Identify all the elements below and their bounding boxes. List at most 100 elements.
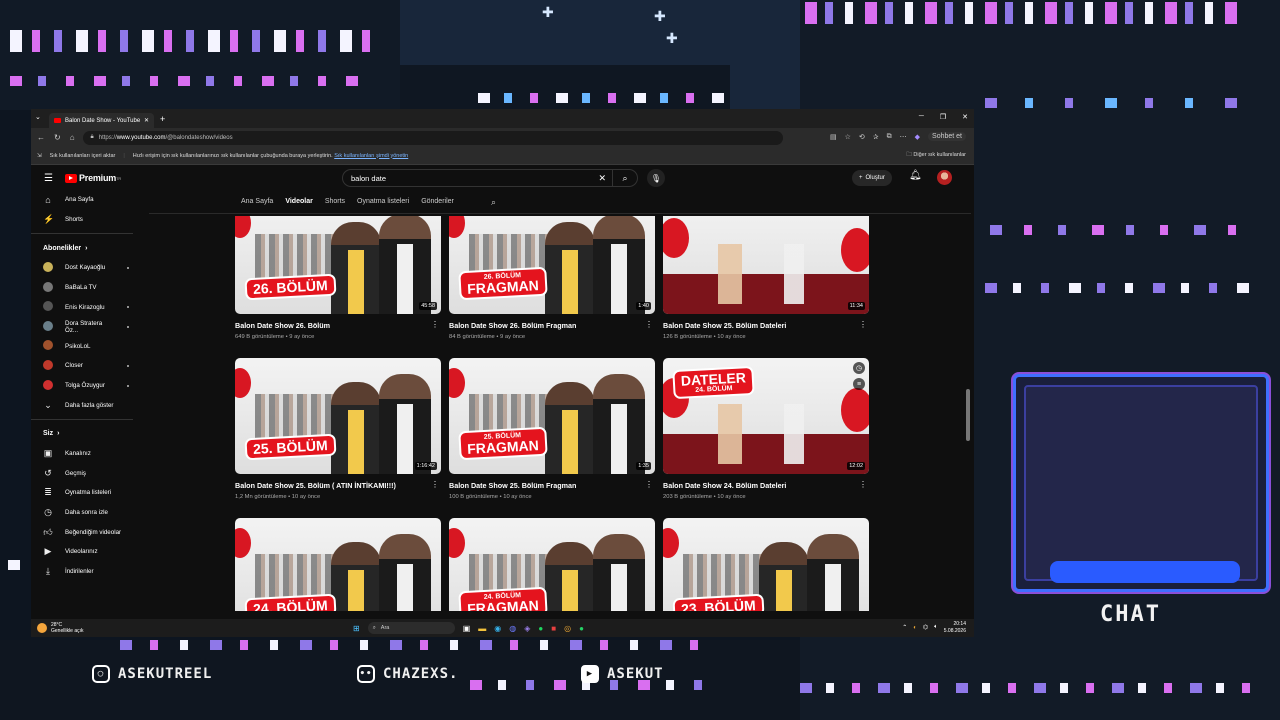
video-thumbnail[interactable]: DATELER 24. BÖLÜM 12:02 ◷ ≡: [663, 358, 869, 474]
sidebar-item[interactable]: ≣ Oynatma listeleri: [31, 483, 143, 503]
video-thumbnail[interactable]: 24. BÖLÜMFRAGMAN1:24: [449, 518, 655, 611]
sidebar-item[interactable]: ⌄ Daha fazla göster: [31, 395, 143, 415]
video-card[interactable]: DATELER 24. BÖLÜM 12:02 ◷ ≡ Balon Date Show 2…: [663, 358, 869, 500]
file-explorer-icon[interactable]: ▬: [478, 624, 486, 633]
minimize-icon[interactable]: ─: [919, 113, 924, 121]
tab-list-icon[interactable]: ⌄: [35, 113, 41, 121]
task-view-icon[interactable]: ▣: [463, 624, 471, 633]
video-thumbnail[interactable]: 26. BÖLÜM FRAGMAN 1:40: [449, 216, 655, 314]
add-to-queue-icon[interactable]: ≡: [853, 378, 865, 390]
sidebar-item[interactable]: Enis Kirazoglu: [31, 297, 143, 317]
chrome-icon[interactable]: ◎: [564, 624, 571, 633]
search-button[interactable]: ⌕: [612, 169, 637, 187]
restore-icon[interactable]: ❐: [940, 113, 946, 121]
clear-search-icon[interactable]: ✕: [598, 173, 606, 184]
manage-favorites-link[interactable]: Sık kullanılanları şimdi yönetin: [334, 153, 408, 159]
sidebar-item[interactable]: ⤓ İndirilenler: [31, 562, 143, 582]
tray-chevron-icon[interactable]: ⌃: [902, 624, 907, 631]
video-title[interactable]: Balon Date Show 25. Bölüm Dateleri: [663, 321, 869, 330]
sidebar-item[interactable]: ↺ Geçmiş: [31, 464, 143, 484]
tray-app-icon[interactable]: ◐: [913, 625, 917, 631]
spotify-icon[interactable]: ●: [538, 624, 543, 633]
you-header[interactable]: Siz ›: [31, 424, 143, 444]
video-title[interactable]: Balon Date Show 25. Bölüm ( ATIN İNTİKAM…: [235, 481, 441, 490]
sidebar-item[interactable]: ◷ Daha sonra izle: [31, 503, 143, 523]
video-thumbnail[interactable]: 23. BÖLÜM50:01: [663, 518, 869, 611]
sidebar-item[interactable]: Dost Kayaoğlu: [31, 258, 143, 278]
video-title[interactable]: Balon Date Show 26. Bölüm Fragman: [449, 321, 655, 330]
copilot-chat-button[interactable]: Sohbet et: [928, 132, 966, 141]
taskbar-search[interactable]: ⌕ Ara: [367, 622, 455, 634]
import-favorites-link[interactable]: Sık kullanılanları içeri aktar: [50, 153, 116, 159]
scrollbar[interactable]: [966, 389, 970, 441]
more-actions-icon[interactable]: ⋮: [859, 480, 867, 489]
sidebar-item[interactable]: 👍︎ Beğendiğim videolar: [31, 522, 143, 542]
watch-later-icon[interactable]: ◷: [853, 362, 865, 374]
youtube-logo[interactable]: Premium TR: [64, 173, 121, 183]
favorite-star-icon[interactable]: ☆: [845, 133, 851, 141]
back-icon[interactable]: ←: [37, 133, 45, 142]
search-input[interactable]: balon date: [351, 174, 386, 183]
sidebar-item[interactable]: ▣ Kanalınız: [31, 444, 143, 464]
video-thumbnail[interactable]: 26. BÖLÜM 45:58: [235, 216, 441, 314]
video-thumbnail[interactable]: 24. BÖLÜM47:29: [235, 518, 441, 611]
sidebar-item[interactable]: ⌂ Ana Sayfa: [31, 190, 143, 210]
voice-search-button[interactable]: 🎙︎: [647, 169, 665, 187]
video-card[interactable]: 11:34 Balon Date Show 25. Bölüm Dateleri 1…: [663, 216, 869, 340]
more-actions-icon[interactable]: ⋮: [859, 320, 867, 329]
sidebar-item[interactable]: BaBaLa TV: [31, 278, 143, 298]
sidebar-item[interactable]: Closer: [31, 356, 143, 376]
extension-icon[interactable]: ⟲: [859, 133, 865, 141]
video-card[interactable]: 25. BÖLÜM 1:16:42 Balon Date Show 25. Bölü…: [235, 358, 441, 500]
channel-tab[interactable]: Videolar: [285, 198, 313, 205]
video-thumbnail[interactable]: 25. BÖLÜM FRAGMAN 1:35: [449, 358, 655, 474]
home-browser-icon[interactable]: ⌂: [70, 133, 75, 142]
notifications-icon[interactable]: 🔔︎: [909, 170, 922, 181]
video-card[interactable]: 26. BÖLÜM 45:58 Balon Date Show 26. Bölüm 6…: [235, 216, 441, 340]
channel-tab[interactable]: Ana Sayfa: [241, 198, 273, 205]
subscriptions-header[interactable]: Abonelikler ›: [31, 238, 143, 258]
video-thumbnail[interactable]: 25. BÖLÜM 1:16:42: [235, 358, 441, 474]
more-actions-icon[interactable]: ⋮: [645, 320, 653, 329]
video-thumbnail[interactable]: 11:34: [663, 216, 869, 314]
more-actions-icon[interactable]: ⋮: [431, 480, 439, 489]
sidebar-item[interactable]: PsikoLoL: [31, 337, 143, 357]
other-favorites-button[interactable]: 🗀︎ Diğer sık kullanılanlar: [906, 151, 966, 160]
video-card[interactable]: 24. BÖLÜMFRAGMAN1:24: [449, 518, 655, 611]
close-tab-icon[interactable]: ✕: [144, 117, 149, 124]
more-actions-icon[interactable]: ⋮: [645, 480, 653, 489]
video-title[interactable]: Balon Date Show 25. Bölüm Fragman: [449, 481, 655, 490]
app-icon[interactable]: ◈: [524, 624, 530, 633]
close-window-icon[interactable]: ✕: [962, 113, 968, 121]
channel-search-icon[interactable]: ⌕: [491, 197, 496, 208]
more-actions-icon[interactable]: ⋮: [431, 320, 439, 329]
url-field[interactable]: 🔒︎ https://www.youtube.com/@balondatesho…: [82, 130, 783, 145]
video-title[interactable]: Balon Date Show 26. Bölüm: [235, 321, 441, 330]
collections-icon[interactable]: ⧉: [887, 133, 892, 141]
video-title[interactable]: Balon Date Show 24. Bölüm Dateleri: [663, 481, 869, 490]
channel-tab[interactable]: Gönderiler: [421, 198, 454, 205]
new-tab-button[interactable]: +: [160, 114, 165, 124]
sidebar-item[interactable]: ▶ Videolarınız: [31, 542, 143, 562]
volume-icon[interactable]: 🔈︎: [934, 624, 938, 631]
copilot-icon[interactable]: ◆: [915, 133, 920, 141]
refresh-icon[interactable]: ↻: [54, 133, 61, 142]
sidebar-item[interactable]: Tolga Özuygur: [31, 376, 143, 396]
video-card[interactable]: 24. BÖLÜM47:29: [235, 518, 441, 611]
network-icon[interactable]: ⌬: [923, 624, 928, 631]
sidebar-item[interactable]: Dora Stratera Öz...: [31, 317, 143, 337]
create-button[interactable]: + Oluştur: [852, 170, 892, 186]
app-icon[interactable]: ■: [551, 624, 556, 633]
search-box[interactable]: balon date ✕ ⌕: [342, 169, 638, 187]
more-icon[interactable]: ⋯: [900, 133, 907, 141]
whatsapp-icon[interactable]: ●: [579, 624, 584, 633]
windows-start-icon[interactable]: ⊞: [353, 624, 360, 633]
favorites-icon[interactable]: ✰: [873, 133, 879, 141]
video-card[interactable]: 23. BÖLÜM50:01: [663, 518, 869, 611]
channel-tab[interactable]: Shorts: [325, 198, 345, 205]
video-card[interactable]: 26. BÖLÜM FRAGMAN 1:40 Balon Date Show 26. …: [449, 216, 655, 340]
avatar[interactable]: [937, 170, 952, 185]
video-card[interactable]: 25. BÖLÜM FRAGMAN 1:35 Balon Date Show 25. …: [449, 358, 655, 500]
clock[interactable]: 20:14 5.08.2026: [944, 621, 966, 634]
discord-app-icon[interactable]: ◍: [509, 624, 516, 633]
